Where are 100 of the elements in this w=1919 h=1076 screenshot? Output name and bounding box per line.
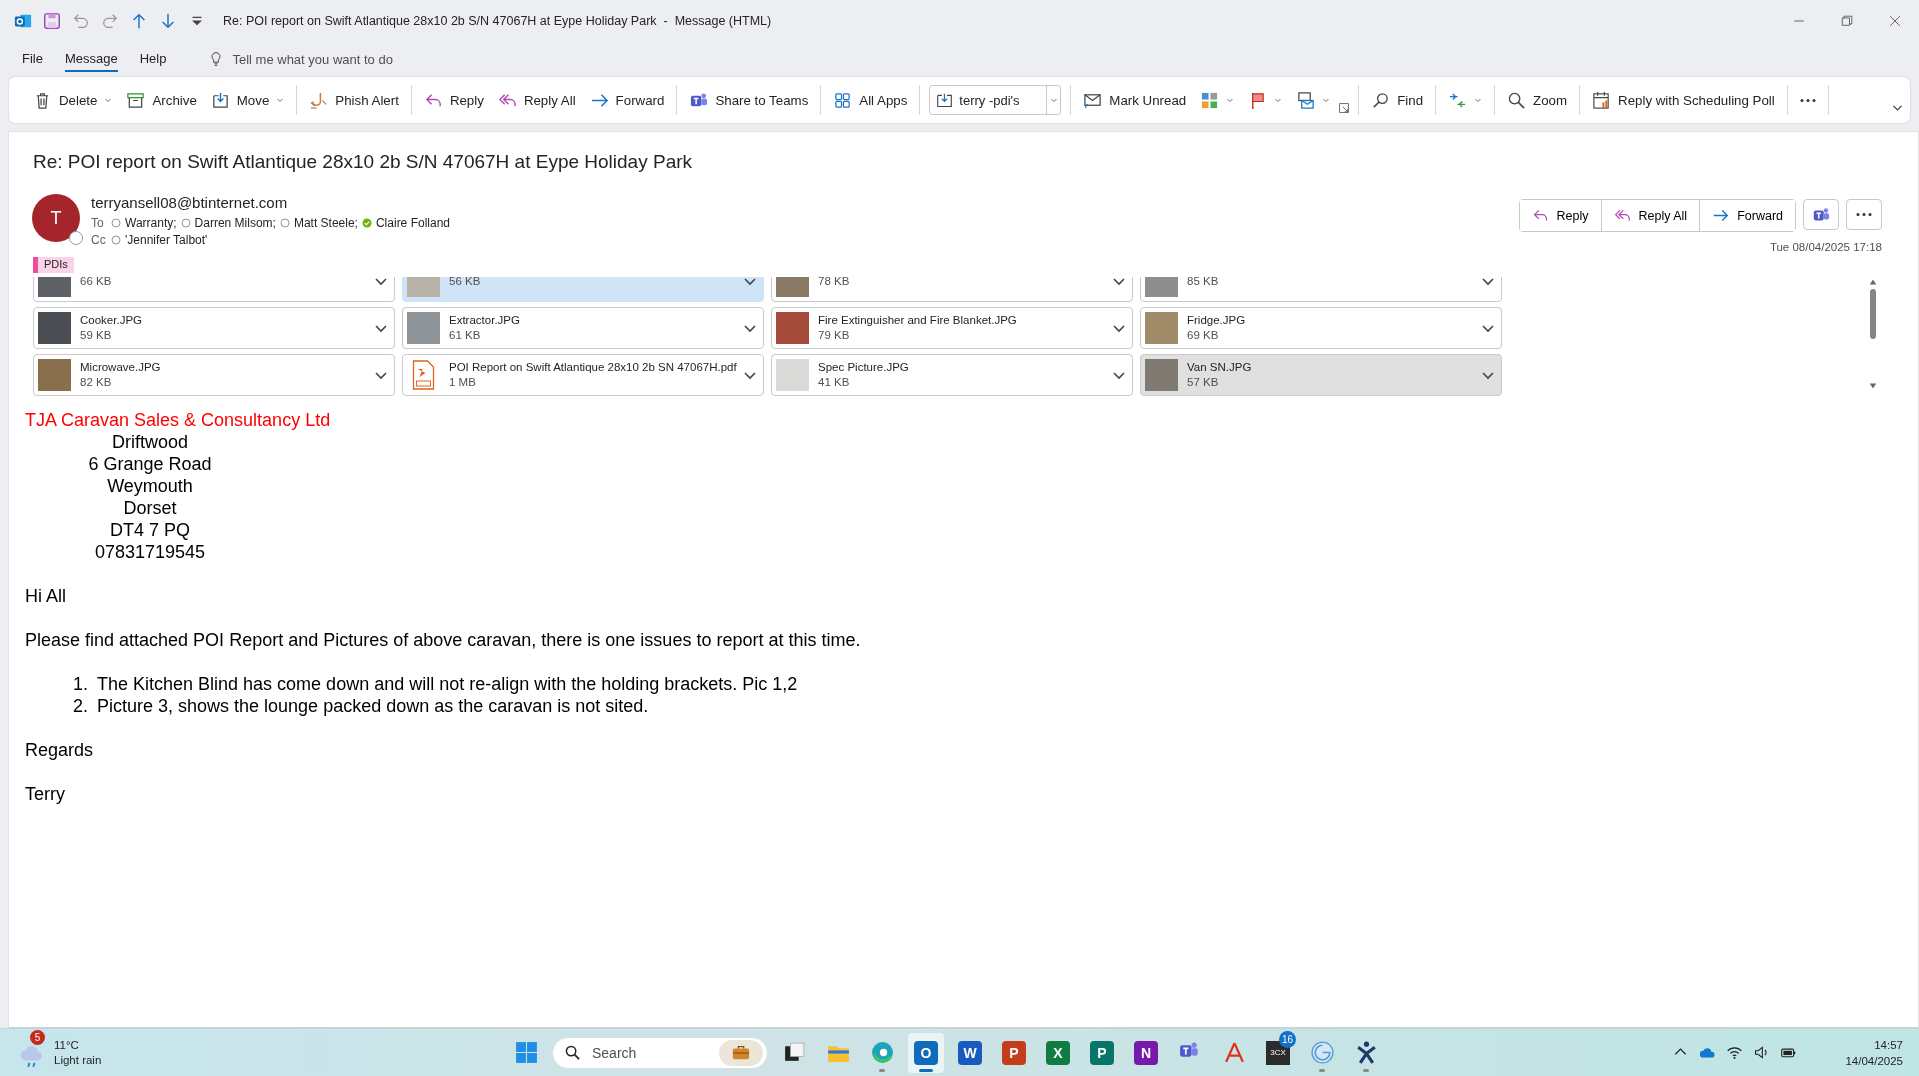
file-name: Cooker.JPG <box>80 313 143 328</box>
ribbon-button[interactable]: Reply with Scheduling Poll <box>1585 85 1782 115</box>
fishhook-icon <box>309 90 329 110</box>
folder-arrow-icon <box>936 91 954 109</box>
recipient-name[interactable]: Matt Steele; <box>293 215 358 230</box>
attachment-item[interactable]: 78 KB <box>771 277 1133 302</box>
address-line: Driftwood <box>111 431 189 453</box>
ribbon-button[interactable]: Mark Unread <box>1076 85 1194 115</box>
search-icon <box>1371 90 1391 110</box>
ribbon-button[interactable]: Zoom <box>1500 85 1575 115</box>
window-title: Re: POI report on Swift Atlantique 28x10 2b S/N 47067H at Eype Holiday Park - Message (HTML) <box>223 14 773 28</box>
recipient-name[interactable]: Warranty; <box>125 215 177 230</box>
clock[interactable]: 14:57 14/04/2025 <box>1845 1036 1903 1069</box>
list-item: The Kitchen Blind has come down and will not re-align with the holding brackets. Pic 1,2 <box>97 673 798 695</box>
file-size: 82 KB <box>80 375 113 390</box>
address-line: 07831719545 <box>93 541 207 563</box>
zoom-icon <box>1507 90 1527 110</box>
caret-icon <box>1474 96 1483 104</box>
address-line: DT4 7 PQ <box>109 519 191 541</box>
envelope-box-icon <box>1296 90 1316 110</box>
reply-button[interactable]: Reply <box>1519 200 1602 231</box>
ribbon-button[interactable]: Delete <box>26 85 120 115</box>
file-size: 1 MB <box>449 375 477 390</box>
file-size: 78 KB <box>818 277 851 289</box>
attachment-item[interactable]: 66 KB <box>33 277 395 302</box>
paragraph: Please find attached POI Report and Pictures of above caravan, there is one issues to report at this time. <box>25 629 862 651</box>
attachment-item[interactable]: Spec Picture.JPG 41 KB <box>771 354 1133 396</box>
attachment-item[interactable]: Microwave.JPG 82 KB <box>33 354 395 396</box>
color-squares-icon <box>1200 90 1220 110</box>
recipient-name[interactable]: Claire Folland <box>375 215 450 230</box>
teams-button[interactable] <box>1803 199 1839 230</box>
attachment-item[interactable]: Van SN.JPG 57 KB <box>1140 354 1502 396</box>
redo-icon[interactable] <box>101 12 119 30</box>
office-app-button[interactable]: P <box>1084 1032 1120 1073</box>
file-size: 69 KB <box>1187 328 1220 343</box>
ribbon-button[interactable]: Share to Teams <box>682 85 816 115</box>
attachment-item[interactable]: Fire Extinguisher and Fire Blanket.JPG 79 KB <box>771 307 1133 349</box>
phone-app-button[interactable]: 3CX 16 <box>1260 1032 1296 1073</box>
ribbon-button[interactable]: Find <box>1364 85 1431 115</box>
reply-all-icon <box>1613 207 1631 224</box>
browser-icon <box>869 1040 895 1065</box>
dialog-launcher-icon[interactable] <box>1339 103 1350 113</box>
menu-tab[interactable]: Help <box>139 46 167 72</box>
ribbon-button[interactable]: Reply All <box>490 85 583 115</box>
list-item: Picture 3, shows the lounge packed down as the caravan is not sited. <box>97 695 649 717</box>
attachment-item[interactable]: 56 KB <box>402 277 764 302</box>
menu-tab[interactable]: File <box>22 46 43 72</box>
recipient-name[interactable]: 'Jennifer Talbot' <box>125 232 208 247</box>
attachment-item[interactable]: Fridge.JPG 69 KB <box>1140 307 1502 349</box>
globe-icon <box>1309 1040 1335 1065</box>
scroll-down-icon[interactable] <box>1868 382 1878 390</box>
file-size: 79 KB <box>818 328 851 343</box>
folder-combo-box[interactable]: terry -pdi's <box>929 85 1062 115</box>
ribbon-button[interactable]: All Apps <box>826 85 915 115</box>
menu-tab[interactable]: Message <box>64 46 118 72</box>
photo-placeholder <box>1145 359 1178 391</box>
undo-icon[interactable] <box>72 12 90 30</box>
caret-icon <box>104 96 113 104</box>
address-line: Weymouth <box>106 475 194 497</box>
ribbon-button[interactable]: Phish Alert <box>302 85 406 115</box>
up-arrow-icon[interactable] <box>130 12 148 30</box>
signature: Terry <box>25 783 66 805</box>
attachment-item[interactable]: Cooker.JPG 59 KB <box>33 307 395 349</box>
ribbon-button[interactable]: Archive <box>119 85 204 115</box>
file-size: 56 KB <box>449 277 482 289</box>
ribbon-button[interactable]: Move <box>203 85 292 115</box>
received-date: Tue 08/04/2025 17:18 <box>1769 241 1882 253</box>
file-name: POI Report on Swift Atlantique 28x10 2b SN 47067H.pdf <box>449 360 738 375</box>
four-squares-icon <box>513 1040 539 1065</box>
save-icon[interactable] <box>43 12 61 30</box>
ribbon-button[interactable]: Reply <box>416 85 491 115</box>
down-arrow-icon[interactable] <box>159 12 177 30</box>
file-size: 61 KB <box>449 328 482 343</box>
file-name: Van SN.JPG <box>1187 360 1253 375</box>
office-app-button[interactable]: N <box>1128 1032 1164 1073</box>
file-size: 85 KB <box>1187 277 1220 289</box>
file-name: Fridge.JPG <box>1187 313 1247 328</box>
office-app-button[interactable]: X <box>1040 1032 1076 1073</box>
more-button[interactable] <box>1846 199 1882 230</box>
combo-value: terry -pdi's <box>959 92 1021 108</box>
scroll-up-icon[interactable] <box>1868 278 1878 286</box>
attachment-item[interactable]: Extractor.JPG 61 KB <box>402 307 764 349</box>
tell-me-field[interactable]: Tell me what you want to do <box>230 49 475 69</box>
file-name: Microwave.JPG <box>80 360 162 375</box>
caret-icon <box>1226 96 1235 104</box>
photo-placeholder <box>1145 312 1178 344</box>
office-app-button[interactable]: P <box>996 1032 1032 1073</box>
clock-date: 14/04/2025 <box>1845 1053 1903 1069</box>
search-input[interactable]: Search <box>590 1043 714 1062</box>
recipient-name[interactable]: Darren Milsom; <box>194 215 276 230</box>
attachment-item[interactable]: POI Report on Swift Atlantique 28x10 2b SN 47067H.pdf 1 MB <box>402 354 764 396</box>
office-app-button[interactable]: O <box>908 1032 944 1073</box>
more-icon <box>1856 213 1872 216</box>
scroll-thumb[interactable] <box>1870 289 1876 339</box>
wifi-icon[interactable] <box>1726 1044 1744 1061</box>
office-app-button[interactable]: W <box>952 1032 988 1073</box>
sender-address: terryansell08@btinternet.com <box>91 194 289 213</box>
attachment-item[interactable]: 85 KB <box>1140 277 1502 302</box>
search-field[interactable]: Search <box>552 1036 768 1069</box>
ribbon-button[interactable]: Forward <box>582 85 672 115</box>
